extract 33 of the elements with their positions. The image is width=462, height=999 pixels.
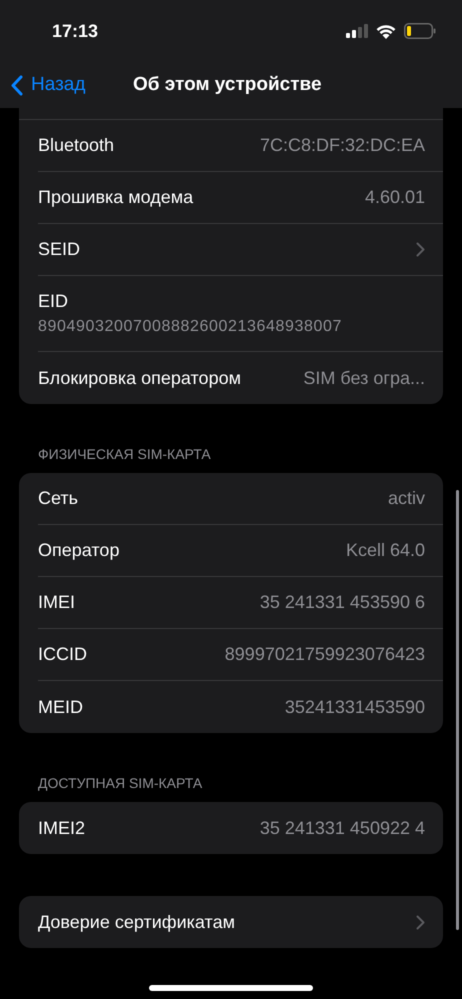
signal-icon: [346, 24, 368, 38]
settings-row[interactable]: SEID: [38, 224, 443, 276]
row-label: IMEI: [38, 591, 76, 614]
wifi-icon: [376, 24, 396, 38]
section-header: ФИЗИЧЕСКАЯ SIM-КАРТА: [37, 445, 212, 464]
row-label: Оператор: [38, 539, 120, 562]
row-label: EID: [38, 290, 70, 313]
chevron-icon: [416, 914, 425, 930]
status-time: 17:13: [52, 20, 98, 42]
screen-title: Об этом устройстве: [133, 72, 322, 97]
row-label: Прошивка модема: [38, 186, 194, 209]
row-value: 89049032007008882600213648938007: [38, 317, 343, 337]
row-label: ICCID: [38, 643, 87, 666]
row-value: 89997021759923076423: [224, 643, 425, 666]
row-value: Kcell 64.0: [346, 539, 425, 562]
settings-row[interactable]: Доверие сертификатам: [38, 896, 443, 948]
row-label: Сеть: [38, 487, 78, 510]
row-label: Bluetooth: [38, 134, 114, 157]
chevron-icon: [416, 242, 425, 257]
row-value: 7C:C8:DF:32:DC:EA: [260, 134, 425, 157]
row-label: IMEI2: [38, 816, 86, 840]
battery-icon: [404, 23, 436, 39]
row-value: 4.60.01: [364, 186, 425, 209]
row-value: 35 241331 450922 4: [260, 816, 425, 840]
section-header: ДОСТУПНАЯ SIM-КАРТА: [37, 774, 204, 793]
row-value: 35241331453590: [284, 696, 425, 718]
row-value: activ: [388, 487, 425, 510]
row-label: Блокировка оператором: [38, 366, 241, 390]
back-button[interactable]: Назад: [0, 70, 86, 100]
row-value: 35 241331 453590 6: [260, 591, 425, 614]
row-label: MEID: [38, 696, 83, 718]
row-value: SIM без огра...: [303, 366, 425, 390]
back-chevron-icon: [10, 74, 23, 96]
